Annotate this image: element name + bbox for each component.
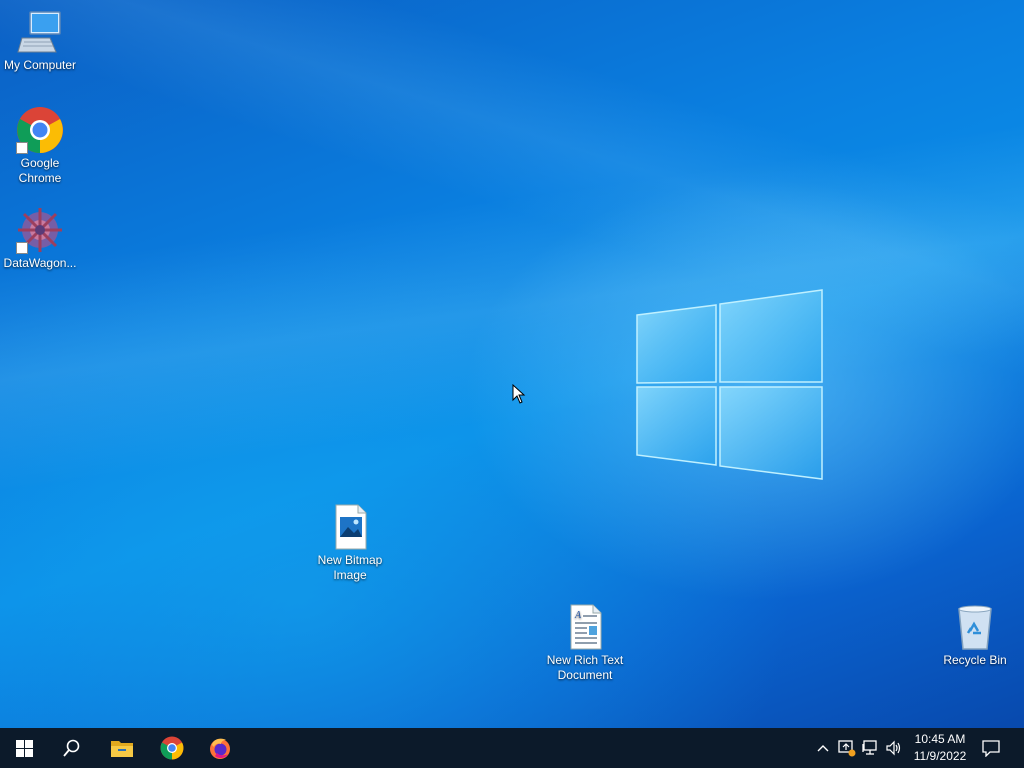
bitmap-file-icon [335,504,367,550]
windows-logo-wallpaper [636,289,823,480]
search-button[interactable] [48,728,96,768]
file-explorer-icon [111,741,133,757]
desktop-icon-label: Google Chrome [18,156,62,185]
tray-network[interactable] [861,738,881,758]
mouse-cursor-icon [512,384,526,404]
show-hidden-icons-button[interactable] [813,738,833,758]
taskbar: 10:45 AM 11/9/2022 [0,728,1024,768]
desktop-icon-label: New Rich Text Document [546,653,624,682]
chevron-up-icon [817,745,829,752]
computer-icon [17,11,61,53]
notification-icon [982,740,1000,757]
firefox-icon [210,738,230,759]
desktop[interactable]: My Computer Google Chrome DataWagon... N… [0,0,1024,728]
taskbar-firefox[interactable] [196,728,244,768]
shortcut-arrow-icon [16,242,28,254]
desktop-icon-my-computer[interactable]: My Computer [0,8,80,73]
desktop-icon-datawagon[interactable]: DataWagon... [0,206,80,271]
recycle-bin-icon [958,605,992,650]
desktop-icon-label: DataWagon... [3,256,77,270]
desktop-icon-label: New Bitmap Image [317,553,383,582]
search-icon [63,739,80,757]
rich-text-file-icon: A [570,604,602,650]
desktop-icon-recycle-bin[interactable]: Recycle Bin [935,603,1015,668]
action-center-button[interactable] [968,728,1014,768]
desktop-icon-google-chrome[interactable]: Google Chrome [0,106,80,186]
network-icon [862,740,877,755]
chrome-icon [160,736,184,760]
clock-date: 11/9/2022 [913,749,967,763]
start-icon [15,739,33,757]
desktop-icon-new-bitmap-image[interactable]: New Bitmap Image [310,503,390,583]
taskbar-file-explorer[interactable] [98,728,146,768]
desktop-icon-label: Recycle Bin [943,653,1007,667]
taskbar-clock[interactable]: 10:45 AM 11/9/2022 [905,731,975,765]
desktop-icon-new-rich-text-document[interactable]: A New Rich Text Document [542,603,628,683]
desktop-icon-label: My Computer [3,58,77,72]
clock-time: 10:45 AM [914,732,966,746]
tray-app-update[interactable] [837,738,857,758]
volume-icon [886,740,901,756]
svg-text:A: A [574,610,582,621]
start-button[interactable] [0,728,48,768]
app-update-icon [838,740,856,757]
taskbar-chrome[interactable] [148,728,196,768]
tray-volume[interactable] [884,738,904,758]
shortcut-arrow-icon [16,142,28,154]
